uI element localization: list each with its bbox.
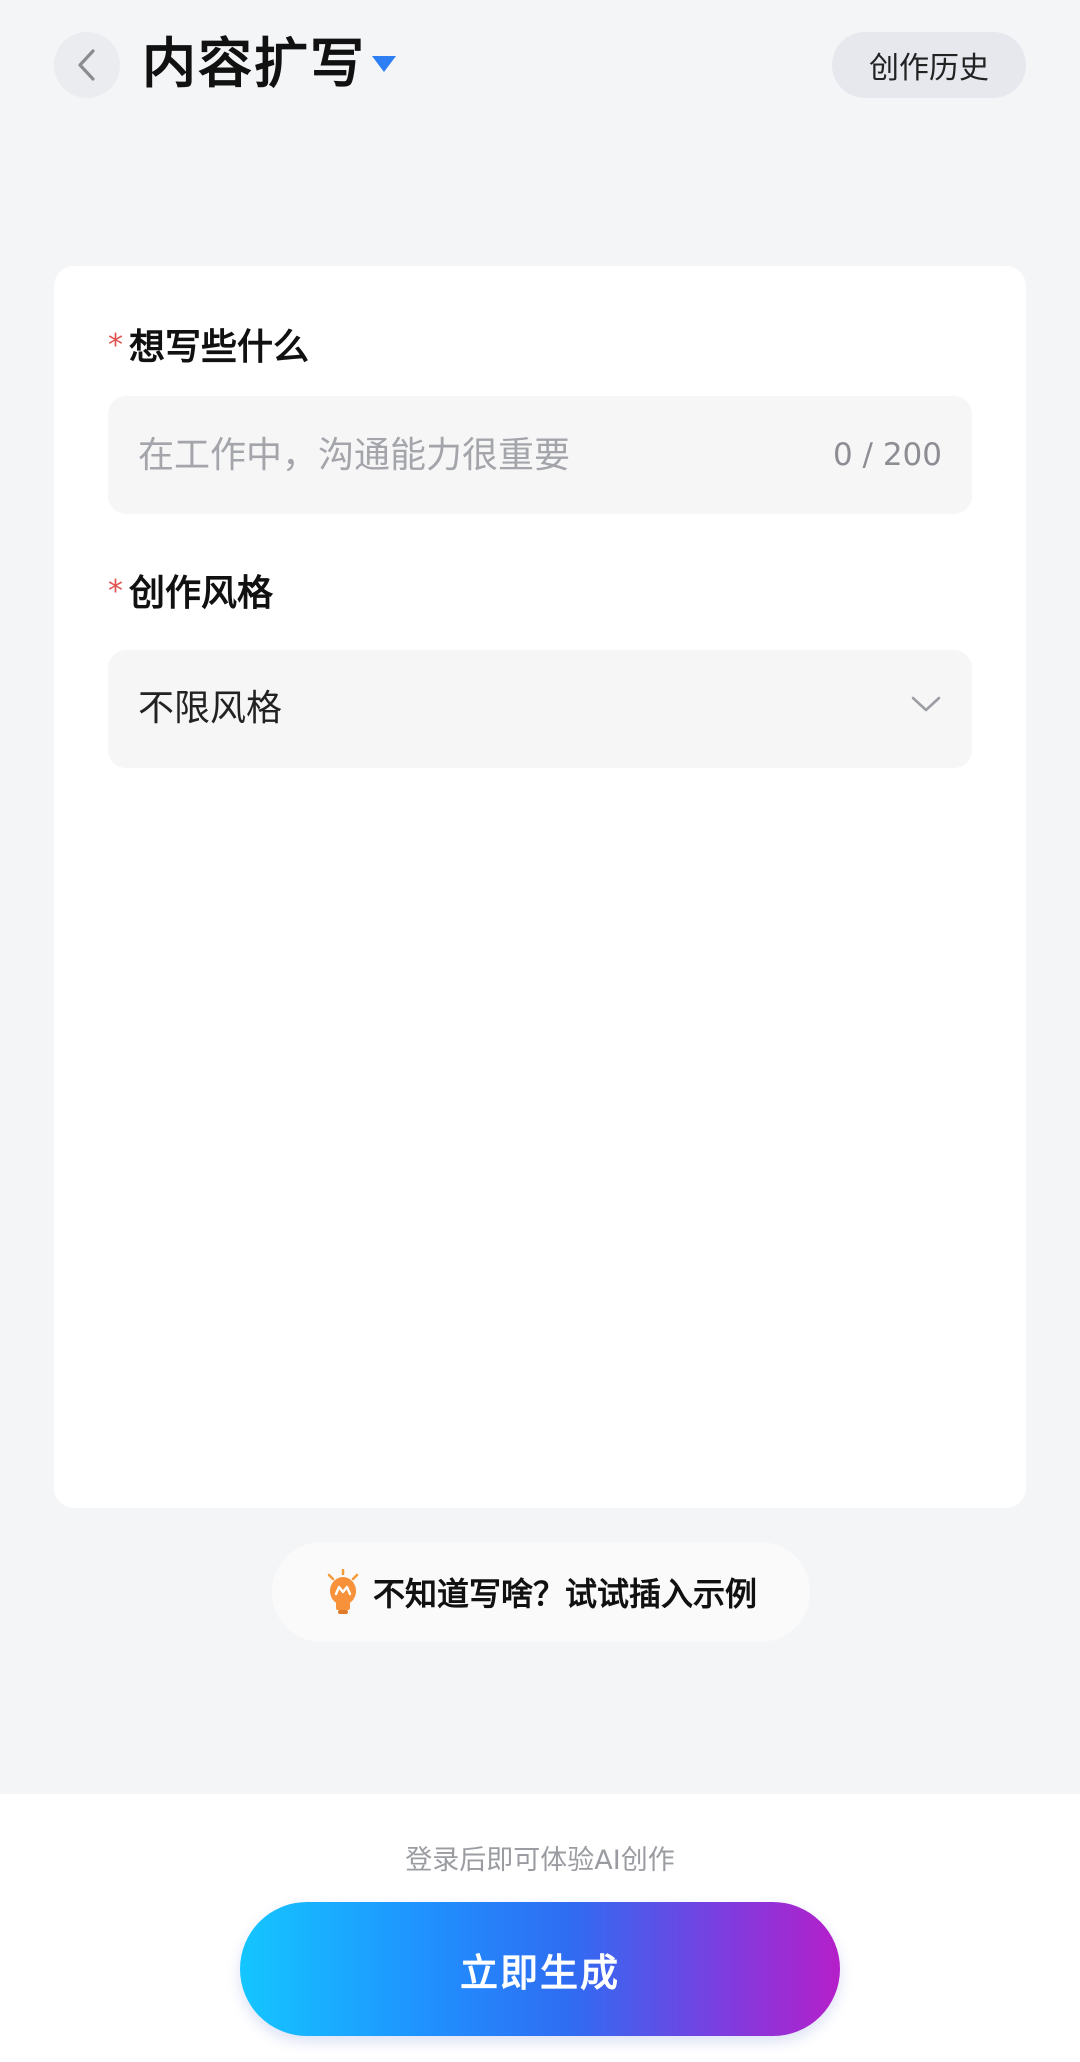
insert-example-label: 不知道写啥？试试插入示例 [372,1575,757,1613]
topic-input-box[interactable]: 0 / 200 [108,396,972,514]
caret-down-icon[interactable] [372,56,396,72]
insert-example-button[interactable]: 不知道写啥？试试插入示例 [272,1542,810,1642]
topic-input[interactable] [138,396,798,514]
style-select-value: 不限风格 [138,688,283,729]
required-mark: * [108,574,123,609]
generate-button[interactable]: 立即生成 [240,1902,840,2036]
bottom-action-bar: 登录后即可体验AI创作 立即生成 [0,1794,1080,2062]
style-select[interactable]: 不限风格 [108,650,972,768]
form-card: *想写些什么 0 / 200 *创作风格 不限风格 [54,266,1026,1508]
char-count: 0 / 200 [832,437,942,473]
topic-label: * 想写些什么 [108,326,309,372]
style-label-text: 创作风格 [129,573,274,614]
login-hint: 登录后即可体验AI创作 [405,1845,675,1876]
lightbulb-icon [327,1569,359,1614]
required-mark: * [108,328,123,363]
page-title[interactable]: 内容扩写 [142,28,366,100]
creation-history-button[interactable]: 创作历史 [832,32,1026,98]
chevron-left-icon [78,49,95,81]
style-label: * 创作风格 [108,572,273,618]
back-button[interactable] [54,32,120,98]
topic-label-text: 想写些什么 [129,327,310,368]
chevron-down-icon [911,696,941,712]
